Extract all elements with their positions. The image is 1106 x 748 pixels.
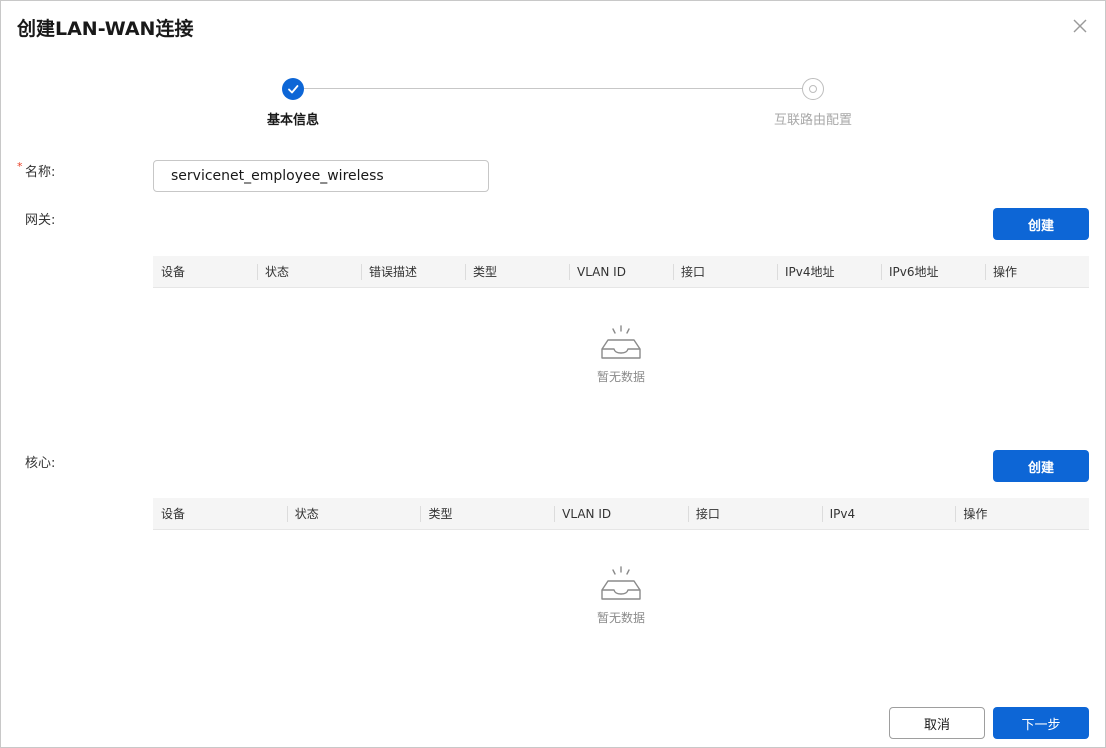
step-done-check-icon [282, 78, 304, 100]
create-lan-wan-dialog: 创建LAN-WAN连接 基本信息 互联路由配置 * 名称: 网关: 创建 设备 … [0, 0, 1106, 748]
empty-box-icon [601, 325, 641, 359]
gateway-label: 网关: [25, 213, 56, 228]
step-label-route-config: 互联路由配置 [773, 113, 852, 128]
gateway-col-status: 状态 [257, 256, 361, 288]
required-mark: * [17, 160, 23, 173]
core-table-header: 设备 状态 类型 VLAN ID 接口 IPv4 操作 [153, 498, 1089, 530]
step-pending-icon [802, 78, 824, 100]
cancel-button[interactable]: 取消 [889, 707, 985, 739]
core-col-status: 状态 [286, 498, 421, 530]
empty-box-icon [601, 566, 641, 600]
core-col-vlan: VLAN ID [554, 498, 688, 530]
gateway-col-error: 错误描述 [361, 256, 465, 288]
core-col-type: 类型 [420, 498, 554, 530]
gateway-col-vlan: VLAN ID [569, 256, 673, 288]
step-label-basic-info: 基本信息 [266, 113, 319, 128]
gateway-empty-text: 暂无数据 [596, 370, 645, 384]
gateway-empty-state: 暂无数据 [581, 324, 661, 385]
core-col-device: 设备 [161, 507, 186, 521]
core-empty-state: 暂无数据 [581, 565, 661, 626]
gateway-col-interface: 接口 [673, 256, 777, 288]
core-label: 核心: [25, 456, 56, 471]
gateway-col-device: 设备 [161, 265, 186, 279]
gateway-col-action: 操作 [985, 256, 1089, 288]
core-col-ipv4: IPv4 [821, 498, 956, 530]
core-empty-text: 暂无数据 [596, 611, 645, 625]
name-input[interactable] [153, 160, 489, 192]
core-col-interface: 接口 [687, 498, 822, 530]
core-create-button[interactable]: 创建 [993, 450, 1089, 482]
gateway-col-type: 类型 [465, 256, 569, 288]
gateway-col-ipv4: IPv4地址 [777, 256, 881, 288]
close-icon[interactable] [1069, 15, 1091, 37]
dialog-title: 创建LAN-WAN连接 [17, 18, 194, 40]
core-col-action: 操作 [955, 498, 1089, 530]
next-step-button[interactable]: 下一步 [993, 707, 1089, 739]
name-label: 名称: [25, 165, 56, 180]
gateway-create-button[interactable]: 创建 [993, 208, 1089, 240]
gateway-table-header: 设备 状态 错误描述 类型 VLAN ID 接口 IPv4地址 IPv6地址 操… [153, 256, 1089, 288]
gateway-col-ipv6: IPv6地址 [881, 256, 985, 288]
step-connector [304, 88, 802, 89]
